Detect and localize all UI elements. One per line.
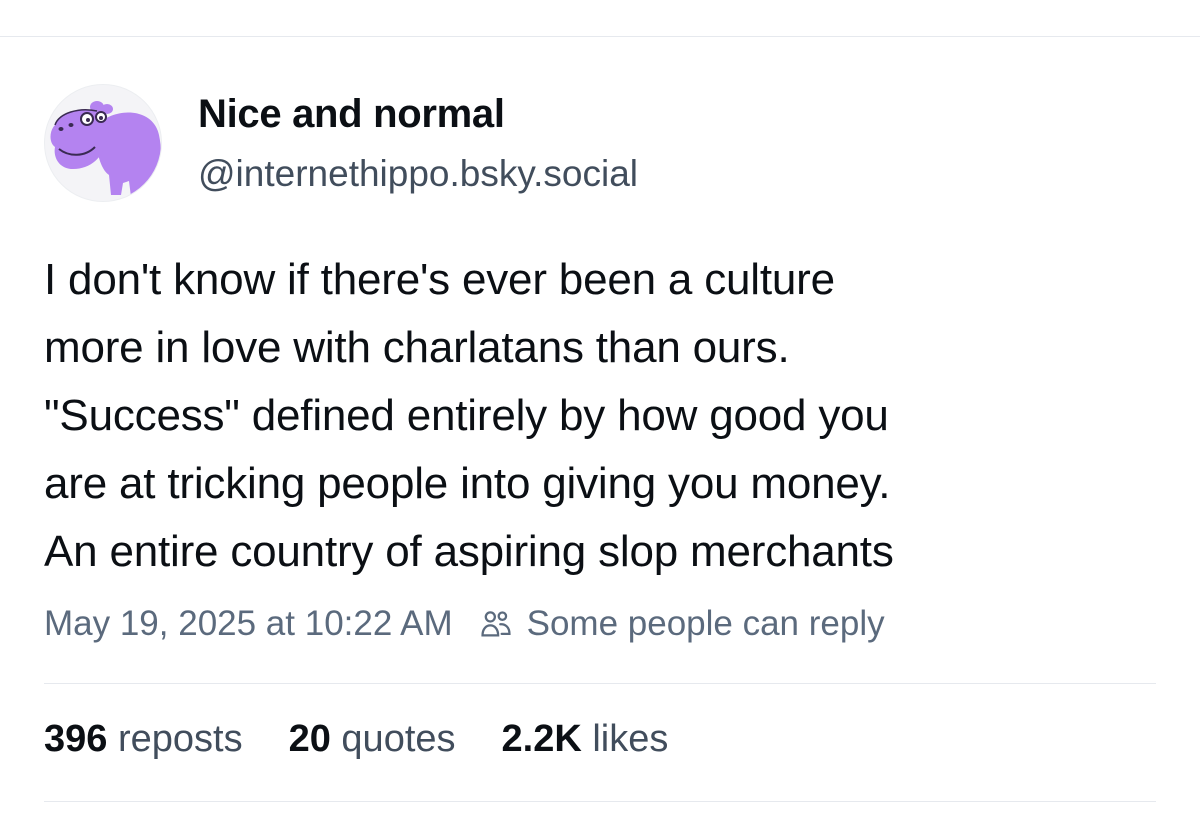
people-icon [481,611,511,637]
likes-stat[interactable]: 2.2K likes [502,718,669,761]
engagement-stats: 396 reposts 20 quotes 2.2K likes [44,718,714,761]
reply-setting-button[interactable]: Some people can reply [479,604,885,644]
post-meta: May 19, 2025 at 10:22 AM Some people can… [44,604,885,644]
reply-setting-label: Some people can reply [526,604,885,643]
post-timestamp: May 19, 2025 at 10:22 AM [44,604,453,643]
likes-count: 2.2K [501,718,593,760]
stats-divider-top [44,683,1156,684]
likes-label: likes [592,718,669,760]
author-handle[interactable]: @internethippo.bsky.social [198,153,638,195]
post-text-line: I don't know if there's ever been a cult… [44,255,835,304]
avatar[interactable] [44,84,162,202]
post-thread-item: Nice and normal @internethippo.bsky.soci… [0,0,1200,823]
reposts-count: 396 [44,718,118,760]
quotes-label: quotes [341,718,456,760]
reposts-stat[interactable]: 396 reposts [44,718,243,761]
quotes-stat[interactable]: 20 quotes [289,718,456,761]
reposts-label: reposts [117,718,243,760]
post-text-line: more in love with charlatans than ours. [44,323,790,372]
author-display-name[interactable]: Nice and normal [198,92,505,137]
post-text-line: "Success" defined entirely by how good y… [44,391,889,440]
post-text-line: An entire country of aspiring slop merch… [44,527,894,576]
stats-divider-bottom [44,801,1156,802]
hippo-avatar-icon [50,101,161,197]
post-text: I don't know if there's ever been a cult… [44,246,1174,586]
quotes-count: 20 [288,718,342,760]
post-text-line: are at tricking people into giving you m… [44,459,891,508]
